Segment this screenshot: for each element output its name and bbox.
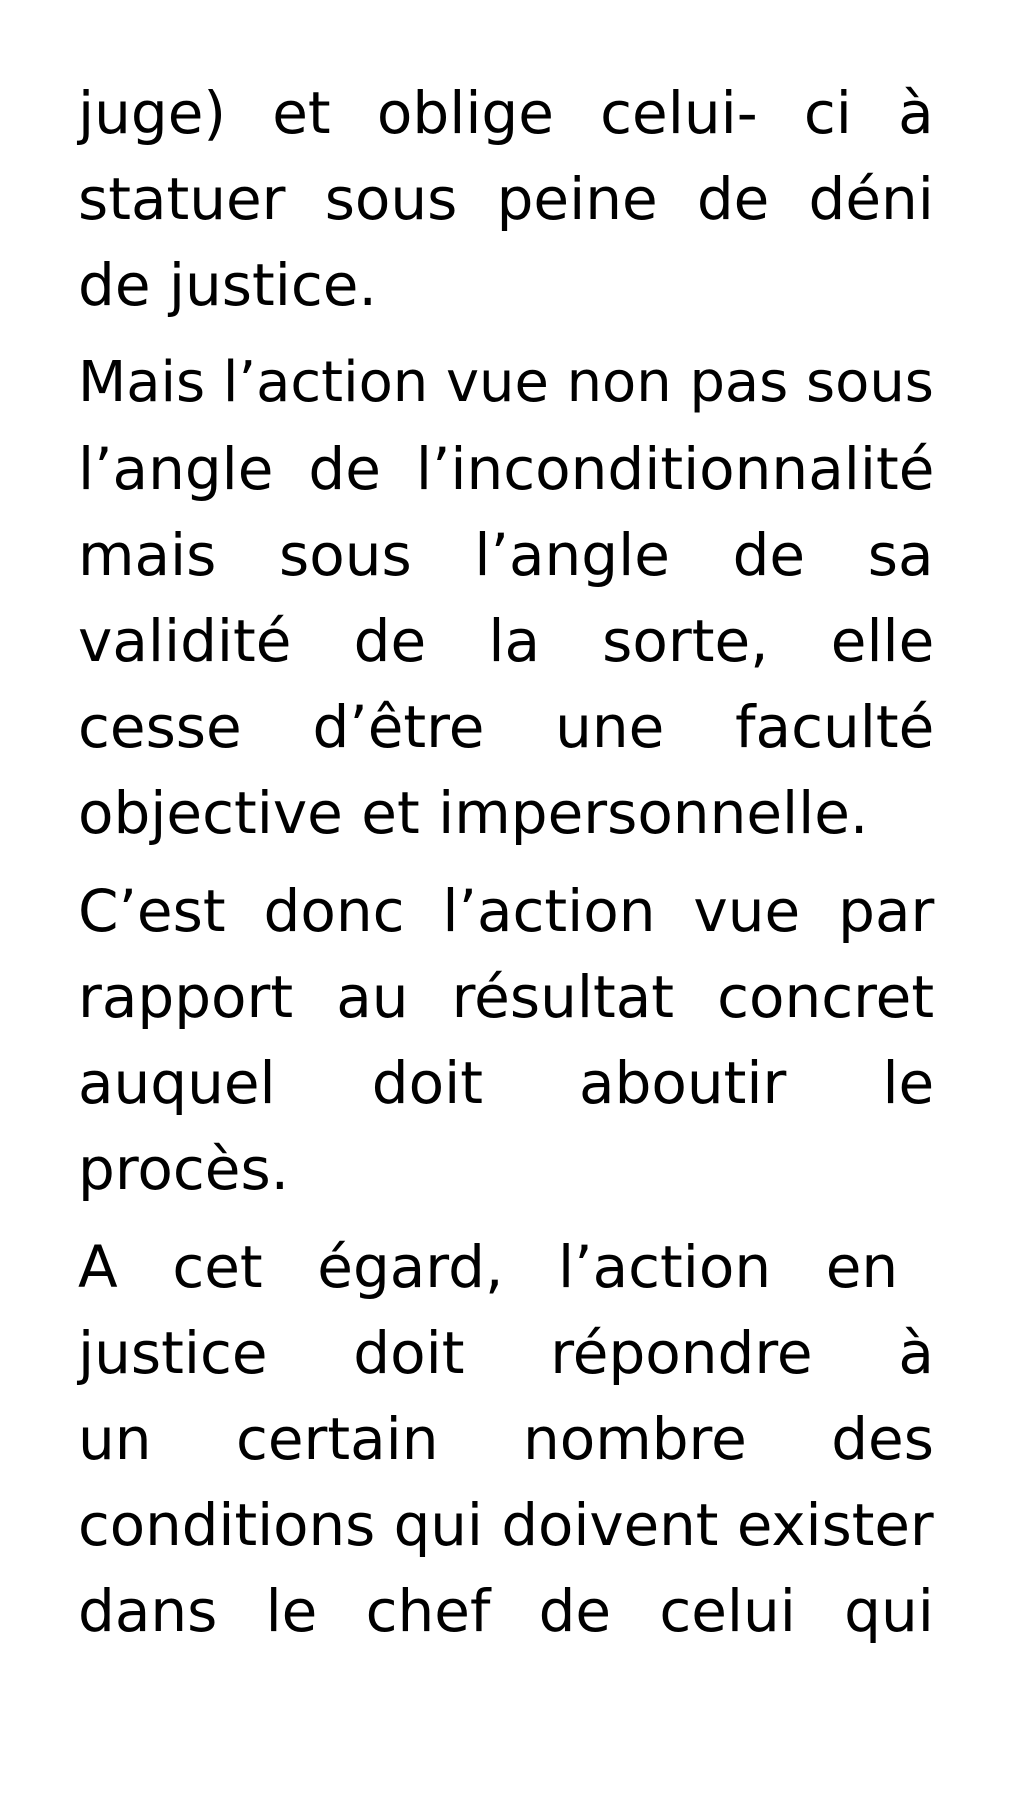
text-line: procès. — [78, 1135, 290, 1203]
text-line: Mais l’action vue non pas sous — [78, 350, 934, 415]
text-line: juge) et oblige celui- ci à — [78, 79, 934, 147]
text-line: auquel doit aboutir le — [78, 1049, 935, 1117]
text-line: mais sous l’angle de sa — [78, 521, 934, 589]
text-line: cesse d’être une faculté — [78, 693, 935, 761]
text-line: justice doit répondre à — [78, 1319, 934, 1387]
text-line: C’est donc l’action vue par — [78, 877, 935, 945]
text-line: de justice. — [78, 251, 377, 319]
text-line: rapport au résultat concret — [78, 963, 935, 1031]
paragraph: A cet égard, l’action en justice doit ré… — [78, 1224, 934, 1654]
paragraph: Mais l’action vue non pas sous l’angle d… — [78, 340, 934, 856]
paragraph: C’est donc l’action vue par rapport au r… — [78, 868, 934, 1212]
text-line: un certain nombre des — [78, 1405, 934, 1473]
paragraph: juge) et oblige celui- ci à statuer sous… — [78, 70, 934, 328]
text-line: conditions qui doivent exister — [78, 1491, 934, 1559]
text-line: validité de la sorte, elle — [78, 607, 935, 675]
text-line: A cet égard, l’action en — [78, 1233, 899, 1301]
text-line: statuer sous peine de déni — [78, 165, 934, 233]
text-line: dans le chef de celui qui — [78, 1577, 934, 1645]
document-page: juge) et oblige celui- ci à statuer sous… — [78, 70, 934, 1666]
text-line: l’angle de l’inconditionnalité — [78, 435, 935, 503]
text-line: objective et impersonnelle. — [78, 779, 869, 847]
